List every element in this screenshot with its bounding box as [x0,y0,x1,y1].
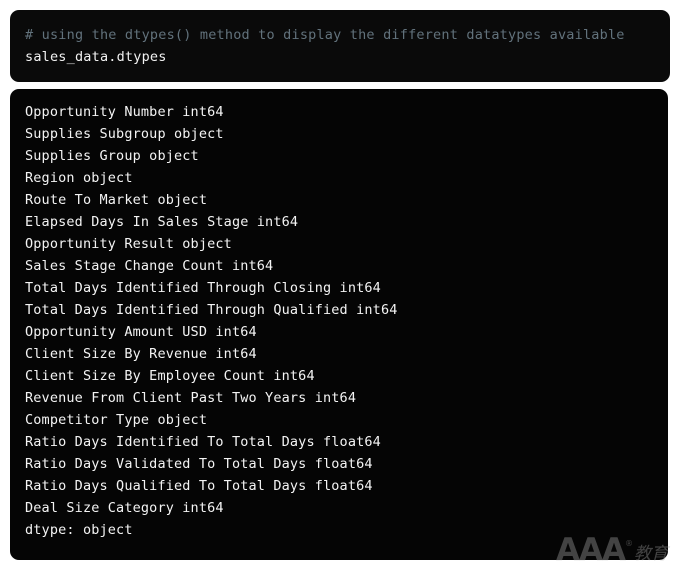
code-output-cell: Opportunity Number int64 Supplies Subgro… [10,89,668,560]
output-line: Competitor Type object [25,412,208,428]
output-dtype-summary: dtype: object [25,522,133,538]
code-input-cell[interactable]: # using the dtypes() method to display t… [10,10,670,82]
output-line: Route To Market object [25,192,208,208]
output-line: Opportunity Amount USD int64 [25,324,257,340]
output-line: Deal Size Category int64 [25,500,224,516]
output-line: Opportunity Result object [25,236,232,252]
output-line: Ratio Days Qualified To Total Days float… [25,478,373,494]
output-line: Revenue From Client Past Two Years int64 [25,390,357,406]
output-line: Client Size By Revenue int64 [25,346,257,362]
output-line: Supplies Subgroup object [25,126,224,142]
code-statement-line: sales_data.dtypes [25,49,167,65]
output-line: Ratio Days Identified To Total Days floa… [25,434,381,450]
output-line: Opportunity Number int64 [25,104,224,120]
output-line: Sales Stage Change Count int64 [25,258,274,274]
output-line: Supplies Group object [25,148,199,164]
output-line: Elapsed Days In Sales Stage int64 [25,214,299,230]
notebook-page: # using the dtypes() method to display t… [0,0,680,570]
code-comment-line: # using the dtypes() method to display t… [25,27,625,43]
output-line: Region object [25,170,133,186]
output-line: Ratio Days Validated To Total Days float… [25,456,373,472]
output-line: Total Days Identified Through Qualified … [25,302,398,318]
output-line: Total Days Identified Through Closing in… [25,280,381,296]
output-line: Client Size By Employee Count int64 [25,368,315,384]
